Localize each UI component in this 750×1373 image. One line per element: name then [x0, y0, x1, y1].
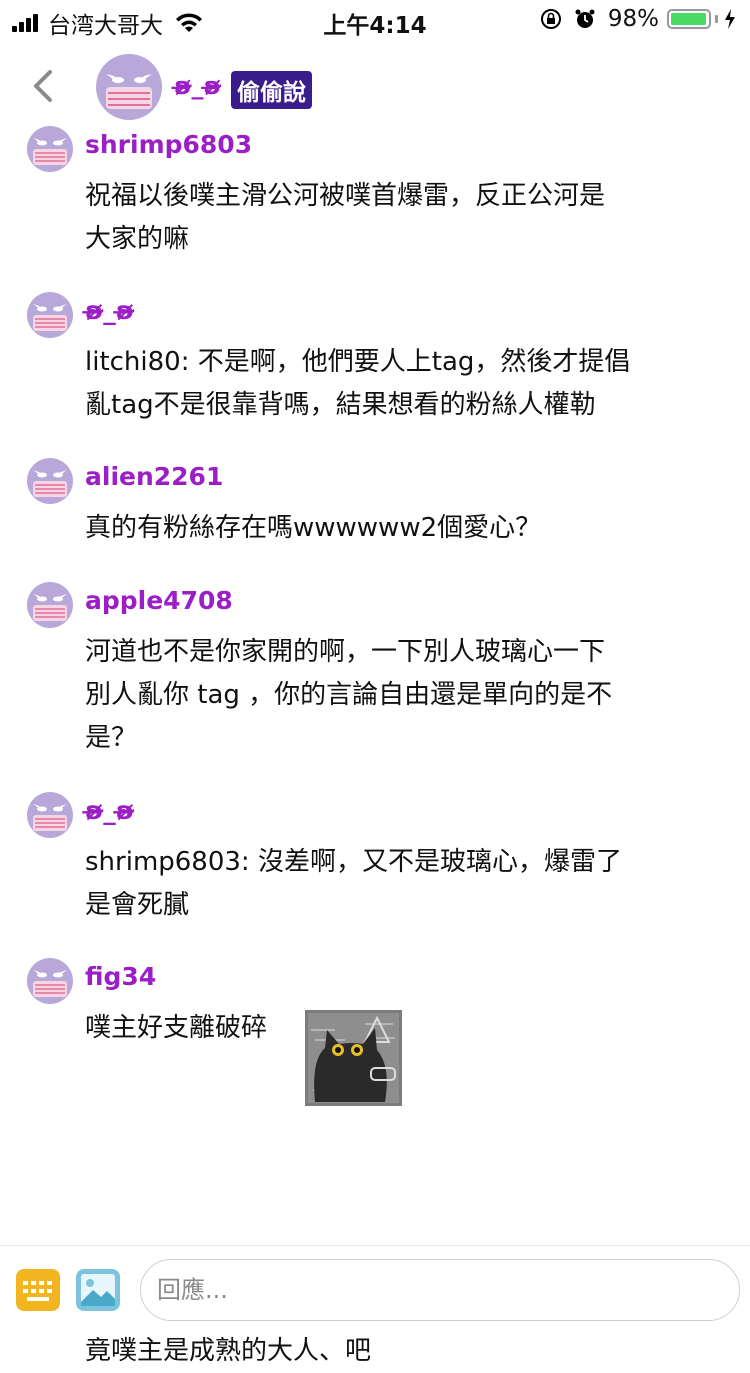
response-text-line: litchi80: 不是啊，他們要人上tag，然後才提倡 — [85, 347, 631, 377]
battery-percent: 98% — [607, 6, 659, 32]
response-username[interactable]: ʚ̴̶̷̷_ʚ̴̶̷̷ — [85, 296, 134, 325]
image-upload-icon[interactable] — [76, 1269, 120, 1311]
response-text: 祝福以後噗主滑公河被噗首爆雷，反正公河是 大家的嘛 — [85, 175, 715, 261]
response-text-line: 祝福以後噗主滑公河被噗首爆雷，反正公河是 — [85, 181, 606, 211]
status-bar: 台湾大哥大 上午4:14 98% — [0, 0, 750, 40]
response-text-line: shrimp6803: 沒差啊，又不是玻璃心，爆雷了 — [85, 847, 622, 877]
rotation-lock-icon — [540, 9, 561, 29]
status-right: 98% — [540, 6, 736, 32]
anonymous-avatar[interactable] — [27, 292, 73, 338]
reply-input[interactable] — [140, 1259, 740, 1321]
response-username[interactable]: alien2261 — [85, 462, 223, 491]
anonymous-avatar[interactable] — [96, 54, 162, 120]
anonymous-avatar[interactable] — [27, 792, 73, 838]
anonymous-avatar[interactable] — [27, 458, 73, 504]
response-text: 河道也不是你家開的啊，一下別人玻璃心一下 別人亂你 tag ，你的言論自由還是單向… — [85, 631, 715, 760]
back-chevron-icon[interactable] — [28, 68, 58, 104]
anonymous-avatar[interactable] — [27, 582, 73, 628]
alarm-icon — [575, 9, 595, 28]
reply-bar — [0, 1245, 750, 1335]
response-username[interactable]: fig34 — [85, 962, 156, 991]
response-text-line: 河道也不是你家開的啊，一下別人玻璃心一下 — [85, 637, 606, 667]
response-text-line: 真的有粉絲存在嗎wwwwww2個愛心？ — [85, 513, 542, 543]
keyboard-emoji-icon[interactable] — [16, 1269, 60, 1311]
plurk-header: ʚ̴̶̷̷_ʚ̴̶̷̷ 偷偷說 — [0, 50, 750, 120]
response-text-line: 是？ — [85, 723, 138, 753]
response-text-line: 別人亂你 tag ，你的言論自由還是單向的是不 — [85, 680, 613, 710]
response-text-line: 是會死膩 — [85, 890, 190, 920]
response-text: 真的有粉絲存在嗎wwwwww2個愛心？ — [85, 507, 715, 550]
battery-fill — [671, 13, 706, 25]
battery-cap — [715, 15, 718, 23]
poster-name[interactable]: ʚ̴̶̷̷_ʚ̴̶̷̷ — [174, 72, 221, 100]
response-username[interactable]: apple4708 — [85, 586, 233, 615]
response-username[interactable]: ʚ̴̶̷̷_ʚ̴̶̷̷ — [85, 796, 134, 825]
battery-icon — [667, 9, 711, 29]
anonymous-badge: 偷偷說 — [231, 71, 312, 109]
response-text-line: 亂tag不是很靠背嗎，結果想看的粉絲人權勒 — [85, 390, 596, 420]
anonymous-avatar[interactable] — [27, 958, 73, 1004]
charging-bolt-icon — [725, 9, 735, 29]
response-text: shrimp6803: 沒差啊，又不是玻璃心，爆雷了 是會死膩 — [85, 841, 715, 927]
response-text: litchi80: 不是啊，他們要人上tag，然後才提倡 亂tag不是很靠背嗎，結… — [85, 341, 715, 427]
response-text-line: 大家的嘛 — [85, 224, 190, 254]
response-text-line: 竟噗主是成熟的大人、吧 — [85, 1336, 372, 1366]
anonymous-avatar[interactable] — [27, 126, 73, 172]
response-username[interactable]: shrimp6803 — [85, 130, 252, 159]
black-cat-sticker-image[interactable] — [305, 1010, 402, 1106]
